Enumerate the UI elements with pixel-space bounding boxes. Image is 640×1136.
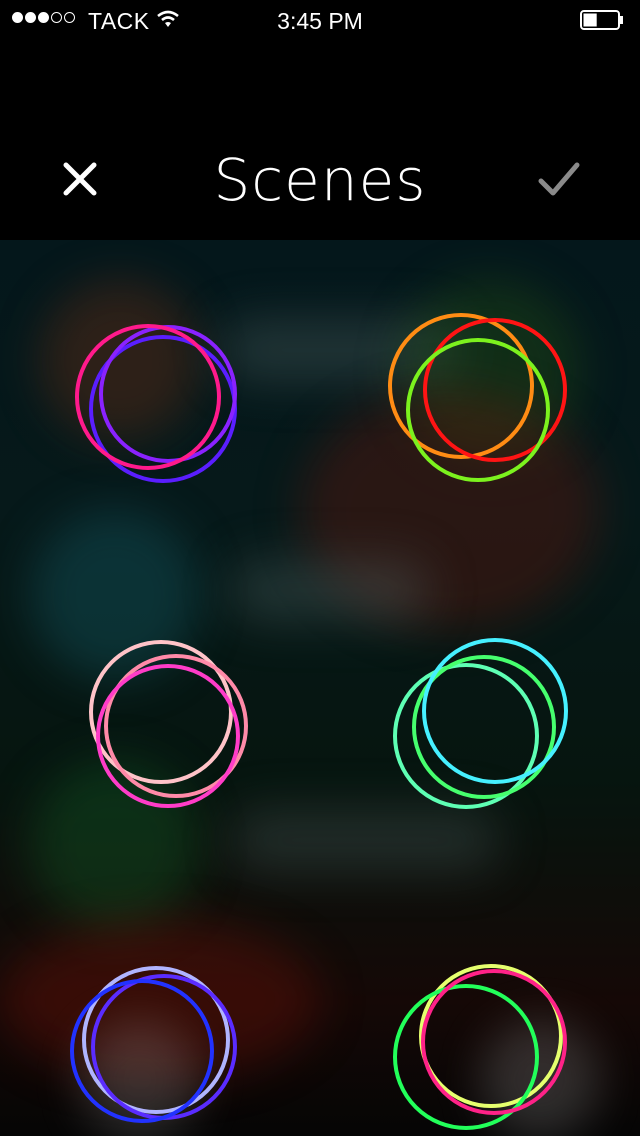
scene-circles-icon — [89, 640, 248, 808]
status-bar: TACK 3:45 PM — [0, 0, 640, 40]
scene-circle — [422, 638, 568, 784]
navigation-bar: Scenes — [0, 40, 640, 240]
scene-circle — [96, 664, 240, 808]
scene-circles-icon — [393, 964, 567, 1130]
scene-circle — [412, 655, 556, 799]
scene-tile-2[interactable] — [378, 306, 568, 496]
scene-circles-icon — [70, 966, 237, 1123]
scene-circles-icon — [75, 324, 237, 483]
scene-tile-5[interactable] — [60, 956, 250, 1136]
scene-tile-3[interactable] — [78, 630, 268, 820]
scene-circles-icon — [388, 313, 567, 482]
scenes-grid — [0, 240, 640, 1136]
checkmark-icon[interactable] — [535, 157, 583, 201]
scene-circles-icon — [393, 638, 568, 809]
status-time: 3:45 PM — [277, 8, 363, 34]
scene-tile-4[interactable] — [378, 630, 568, 820]
background-blur — [230, 560, 430, 620]
scene-tile-1[interactable] — [65, 306, 255, 496]
battery-icon — [580, 10, 623, 30]
scene-circle — [99, 325, 237, 463]
scene-tile-6[interactable] — [380, 956, 570, 1136]
scene-circle — [75, 324, 221, 470]
